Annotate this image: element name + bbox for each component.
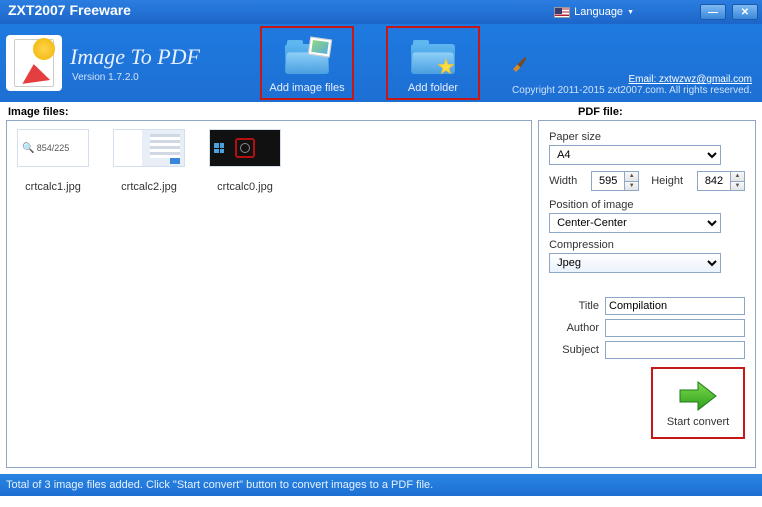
titlebar: ZXT2007 Freeware Language ▼ — ✕ (0, 0, 762, 24)
app-logo (6, 35, 62, 91)
spin-up-icon[interactable]: ▲ (730, 172, 744, 182)
close-button[interactable]: ✕ (732, 4, 758, 20)
clear-button[interactable] (510, 54, 528, 72)
spin-down-icon[interactable]: ▼ (624, 182, 638, 191)
start-convert-button[interactable]: Start convert (651, 367, 745, 439)
spin-up-icon[interactable]: ▲ (624, 172, 638, 182)
chevron-down-icon: ▼ (627, 9, 634, 16)
height-label: Height (651, 175, 683, 187)
width-spinner[interactable]: ▲▼ (591, 171, 639, 191)
height-spinner[interactable]: ▲▼ (697, 171, 745, 191)
title-input[interactable] (605, 297, 745, 315)
flag-us-icon (554, 7, 570, 18)
language-label: Language (574, 6, 623, 18)
paper-size-select[interactable]: A4 (549, 145, 721, 165)
thumbnail-image: 854/225 (17, 129, 89, 167)
subject-input[interactable] (605, 341, 745, 359)
status-bar: Total of 3 image files added. Click "Sta… (0, 474, 762, 496)
compression-select[interactable]: Jpeg (549, 253, 721, 273)
thumbnail-image (113, 129, 185, 167)
image-files-pane[interactable]: 854/225 crtcalc1.jpg crtcalc2.jpg crtcal… (6, 120, 532, 468)
header: Image To PDF Version 1.7.2.0 Add image f… (0, 24, 762, 102)
add-folder-button[interactable]: Add folder (386, 26, 480, 100)
spin-down-icon[interactable]: ▼ (730, 182, 744, 191)
arrow-right-icon (676, 378, 720, 414)
start-convert-label: Start convert (667, 416, 729, 428)
app-version: Version 1.7.2.0 (72, 72, 200, 83)
file-thumbnail[interactable]: 854/225 crtcalc1.jpg (15, 129, 91, 193)
folder-star-icon (411, 40, 455, 76)
file-thumbnail[interactable]: crtcalc0.jpg (207, 129, 283, 193)
paper-size-label: Paper size (549, 131, 745, 143)
position-select[interactable]: Center-Center (549, 213, 721, 233)
add-image-label: Add image files (269, 82, 344, 94)
file-thumbnail[interactable]: crtcalc2.jpg (111, 129, 187, 193)
folder-image-icon (285, 40, 329, 76)
image-files-heading: Image files: (8, 106, 578, 118)
email-link[interactable]: Email: zxtwzwz@gmail.com (628, 74, 752, 85)
title-label: Title (555, 300, 599, 312)
file-name: crtcalc0.jpg (217, 181, 273, 193)
language-selector[interactable]: Language ▼ (554, 6, 634, 18)
app-title: Image To PDF (70, 44, 200, 70)
pdf-settings-pane: Paper size A4 Width ▲▼ Height ▲▼ Positio… (538, 120, 756, 468)
add-folder-label: Add folder (408, 82, 458, 94)
add-image-files-button[interactable]: Add image files (260, 26, 354, 100)
file-name: crtcalc2.jpg (121, 181, 177, 193)
width-label: Width (549, 175, 577, 187)
pdf-file-heading: PDF file: (578, 106, 623, 118)
subject-label: Subject (555, 344, 599, 356)
copyright-text: Copyright 2011-2015 zxt2007.com. All rig… (512, 85, 752, 96)
minimize-button[interactable]: — (700, 4, 726, 20)
thumbnail-image (209, 129, 281, 167)
height-input[interactable] (698, 172, 730, 190)
author-label: Author (555, 322, 599, 334)
compression-label: Compression (549, 239, 745, 251)
app-brand: ZXT2007 Freeware (8, 2, 131, 18)
author-input[interactable] (605, 319, 745, 337)
position-label: Position of image (549, 199, 745, 211)
width-input[interactable] (592, 172, 624, 190)
file-name: crtcalc1.jpg (25, 181, 81, 193)
